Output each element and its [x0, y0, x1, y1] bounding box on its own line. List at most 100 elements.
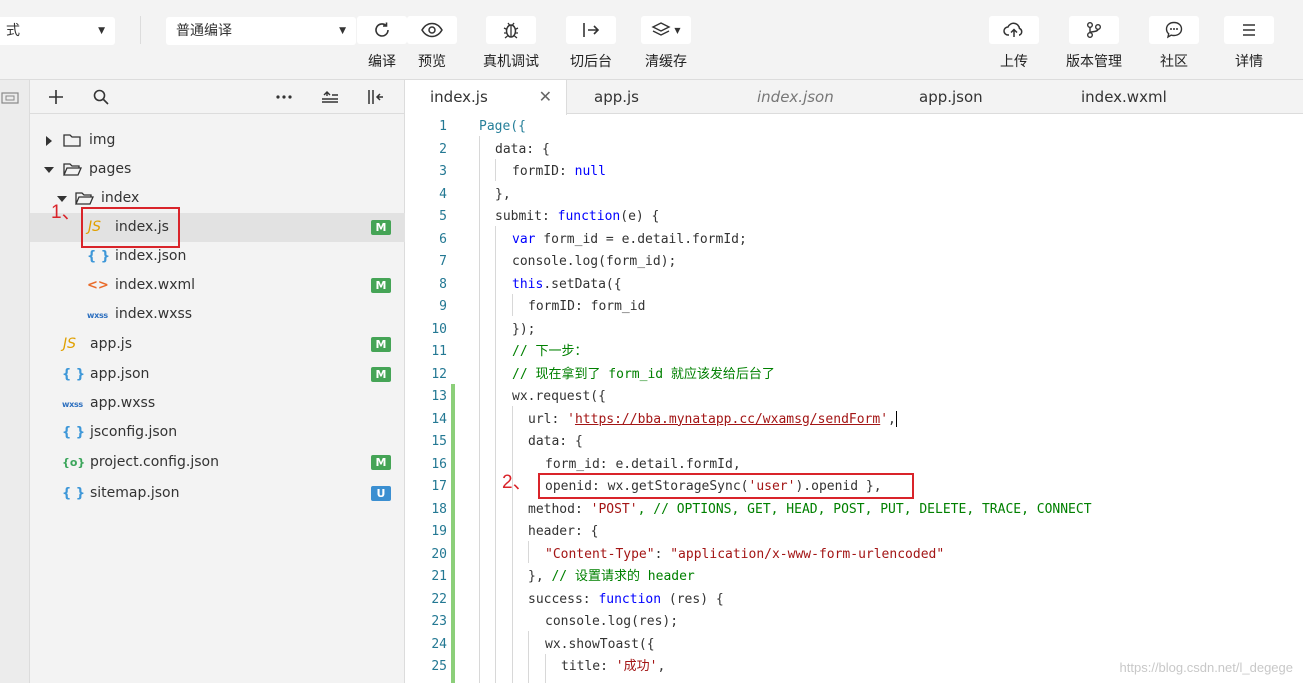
code-area[interactable]: 1 Page({ 2 data: { 3 formID: null 4}, 5 subm…	[405, 114, 1303, 683]
search-icon[interactable]	[90, 86, 112, 108]
preview-button[interactable]	[407, 16, 457, 44]
preview-label: 预览	[418, 54, 446, 70]
more-icon[interactable]	[273, 86, 295, 108]
compile-label: 编译	[368, 54, 396, 70]
line-number: 19	[431, 524, 447, 539]
code-line: 24 wx.showToast({	[405, 634, 1303, 657]
modified-badge: M	[371, 337, 391, 352]
tree-item-label: jsconfig.json	[90, 424, 178, 440]
mode-select[interactable]: 式 ▼	[0, 17, 115, 45]
line-number: 4	[439, 186, 447, 202]
code-line: 4},	[405, 184, 1303, 207]
code-token: });	[512, 321, 536, 337]
bug-icon	[503, 22, 519, 39]
collapse-all-icon[interactable]	[319, 86, 341, 108]
tab-label: index.js	[430, 88, 488, 106]
code-token: formID: form_id	[528, 299, 646, 314]
community-label: 社区	[1160, 54, 1188, 70]
chevron-down-icon: ▼	[98, 26, 105, 36]
line-number: 24	[431, 636, 447, 652]
add-file-icon[interactable]	[45, 86, 67, 108]
tab-app-json[interactable]: app.json	[919, 80, 983, 114]
compile-button[interactable]	[357, 16, 407, 44]
tab-index-js[interactable]: index.js ✕	[405, 80, 567, 115]
code-line: 13 wx.request({	[405, 386, 1303, 409]
modified-badge: M	[371, 220, 391, 235]
remote-debug-button[interactable]	[486, 16, 536, 44]
clear-cache-button[interactable]: ▼	[641, 16, 691, 44]
compile-mode-value: 普通编译	[176, 23, 232, 39]
code-link[interactable]: https://bba.mynatapp.cc/wxamsg/sendForm	[575, 412, 880, 427]
code-token: success:	[528, 591, 599, 607]
tree-file-index-wxss[interactable]: wxss index.wxss	[30, 300, 405, 329]
code-line: 14 url: 'https://bba.mynatapp.cc/wxamsg/s…	[405, 409, 1303, 432]
tree-item-label: index.wxss	[115, 306, 193, 322]
simulator-icon[interactable]	[1, 91, 19, 105]
code-token: ,	[888, 411, 896, 427]
toggle-sidebar-icon[interactable]	[365, 86, 387, 108]
tree-file-app-wxss[interactable]: wxss app.wxss	[30, 389, 405, 418]
code-comment: // 设置请求的 header	[551, 569, 695, 584]
code-line: 5 submit: function(e) {	[405, 206, 1303, 229]
tree-file-project-config-json[interactable]: {o} project.config.json M	[30, 448, 405, 477]
activity-strip	[0, 80, 30, 683]
chevron-right-icon	[46, 136, 52, 146]
line-number: 3	[439, 164, 447, 179]
tree-file-app-js[interactable]: JS app.js M	[30, 330, 405, 359]
line-number: 12	[431, 366, 447, 382]
code-token: console.log(form_id);	[512, 254, 677, 269]
tab-label: app.json	[919, 88, 983, 106]
tree-folder-img[interactable]: img	[30, 126, 405, 155]
code-token: (e) {	[620, 209, 660, 224]
code-token: formID:	[512, 164, 575, 179]
tree-file-index-wxml[interactable]: <> index.wxml M	[30, 271, 405, 300]
line-number: 18	[431, 501, 447, 517]
code-token: method:	[528, 501, 591, 517]
menu-icon	[1243, 24, 1255, 36]
line-number: 22	[431, 591, 447, 607]
tree-file-app-json[interactable]: { } app.json M	[30, 360, 405, 389]
code-text: formID: null	[512, 161, 606, 184]
code-token: (res) {	[661, 591, 724, 607]
code-line: 18 method: 'POST', // OPTIONS, GET, HEAD,…	[405, 499, 1303, 522]
details-button[interactable]	[1224, 16, 1274, 44]
tab-label: index.wxml	[1081, 88, 1167, 106]
code-token: "application/x-www-form-urlencoded"	[670, 546, 945, 562]
code-text: data: {	[495, 139, 550, 162]
close-icon[interactable]: ✕	[539, 80, 552, 114]
code-token: title:	[561, 659, 616, 674]
line-number: 6	[439, 231, 447, 247]
code-line: 8 this.setData({	[405, 274, 1303, 297]
file-explorer: img pages index JS index.js M { } index.…	[30, 80, 405, 683]
upload-button[interactable]	[989, 16, 1039, 44]
version-management-button[interactable]	[1069, 16, 1119, 44]
toolbar-divider	[140, 16, 141, 44]
code-line: 9 formID: form_id	[405, 296, 1303, 319]
tree-item-label: sitemap.json	[90, 485, 180, 501]
compile-mode-select[interactable]: 普通编译 ▼	[166, 17, 356, 45]
code-line: 22 success: function (res) {	[405, 589, 1303, 612]
line-number: 5	[439, 209, 447, 224]
tree-item-label: app.wxss	[90, 395, 156, 411]
modified-badge: M	[371, 367, 391, 382]
tree-item-label: img	[89, 132, 116, 148]
tab-app-js[interactable]: app.js	[594, 80, 639, 114]
switch-background-button[interactable]	[566, 16, 616, 44]
tree-folder-pages[interactable]: pages	[30, 155, 405, 184]
tab-index-json[interactable]: index.json	[757, 80, 834, 114]
tree-file-jsconfig-json[interactable]: { } jsconfig.json	[30, 418, 405, 447]
code-text: "Content-Type": "application/x-www-form-…	[545, 544, 944, 567]
line-number: 14	[431, 411, 447, 427]
tree-file-sitemap-json[interactable]: { } sitemap.json U	[30, 479, 405, 508]
code-text: submit: function(e) {	[495, 206, 659, 229]
code-comment: , // OPTIONS, GET, HEAD, POST, PUT, DELE…	[637, 501, 1092, 517]
json-file-icon: { }	[62, 425, 86, 440]
refresh-icon	[375, 22, 389, 37]
tab-index-wxml[interactable]: index.wxml	[1081, 80, 1167, 114]
code-token: null	[574, 164, 606, 179]
editor-tab-bar: index.js ✕ app.js index.json app.json in…	[405, 80, 1303, 115]
code-token: ,	[657, 659, 666, 674]
line-number: 2	[439, 141, 447, 157]
community-button[interactable]	[1149, 16, 1199, 44]
code-token: url:	[528, 411, 568, 427]
